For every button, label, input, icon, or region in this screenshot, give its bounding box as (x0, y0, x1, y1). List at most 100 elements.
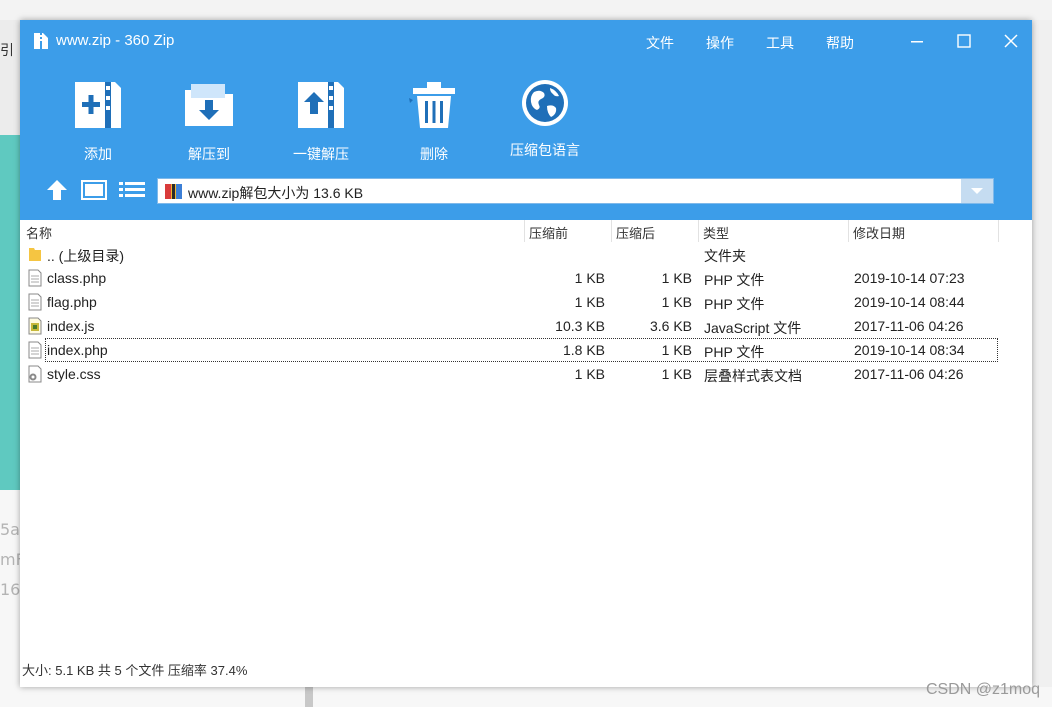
file-row-index-js[interactable]: index.js 10.3 KB 3.6 KB JavaScript 文件 20… (20, 314, 1032, 338)
one-click-extract-button[interactable]: 一键解压 (271, 78, 371, 164)
path-bar[interactable]: www.zip解包大小为 13.6 KB (157, 178, 994, 204)
close-button[interactable] (996, 28, 1026, 54)
add-button[interactable]: 添加 (48, 78, 148, 164)
column-divider[interactable] (611, 220, 612, 242)
file-type: PHP 文件 (704, 344, 765, 360)
path-dropdown-button[interactable] (961, 179, 993, 203)
column-divider[interactable] (998, 220, 999, 242)
file-size-after: 3.6 KB (649, 318, 692, 334)
zip-app-icon (34, 33, 48, 49)
globe-icon (522, 80, 568, 126)
maximize-icon (957, 34, 971, 48)
file-modified: 2019-10-14 08:44 (854, 294, 965, 310)
menu-file[interactable]: 文件 (646, 33, 706, 53)
file-type: 文件夹 (704, 248, 746, 264)
file-size-before: 1.8 KB (562, 342, 605, 358)
background-panel (1032, 20, 1052, 687)
file-type: PHP 文件 (704, 296, 765, 312)
file-name: .. (上级目录) (47, 248, 124, 264)
archive-language-button[interactable]: 压缩包语言 (495, 78, 595, 160)
minimize-button[interactable] (902, 28, 932, 54)
up-level-button[interactable] (43, 177, 71, 203)
file-row-index-php[interactable]: index.php 1.8 KB 1 KB PHP 文件 2019-10-14 … (28, 338, 998, 362)
window-title: www.zip - 360 Zip (56, 32, 175, 49)
one-click-extract-icon (298, 82, 344, 128)
status-bar: 大小: 5.1 KB 共 5 个文件 压缩率 37.4% (20, 660, 247, 679)
file-size-before: 1 KB (574, 270, 605, 286)
file-row-class-php[interactable]: class.php 1 KB 1 KB PHP 文件 2019-10-14 07… (20, 266, 1032, 290)
menu-tools[interactable]: 工具 (766, 33, 826, 53)
list-view-button[interactable] (118, 177, 146, 203)
menu-help[interactable]: 帮助 (826, 33, 886, 53)
delete-label: 删除 (420, 147, 448, 163)
file-type: 层叠样式表文档 (704, 368, 802, 384)
file-row-flag-php[interactable]: flag.php 1 KB 1 KB PHP 文件 2019-10-14 08:… (20, 290, 1032, 314)
file-type: PHP 文件 (704, 272, 765, 288)
background-text: 16 (0, 580, 21, 599)
column-name[interactable]: 名称 (26, 223, 52, 242)
file-type: JavaScript 文件 (704, 320, 802, 336)
maximize-button[interactable] (949, 28, 979, 54)
menu-operation[interactable]: 操作 (706, 33, 766, 53)
thumbnail-view-icon (81, 180, 107, 200)
arrow-up-icon (47, 180, 67, 200)
chevron-down-icon (971, 188, 983, 194)
navigation-row: www.zip解包大小为 13.6 KB (20, 176, 1032, 206)
zip-window: www.zip - 360 Zip 文件 操作 工具 帮助 添加 解压到 一键解… (20, 20, 1032, 687)
status-text: 大小: 5.1 KB 共 5 个文件 压缩率 37.4% (22, 663, 248, 678)
file-name: flag.php (47, 294, 97, 310)
column-headers: 名称 压缩前 压缩后 类型 修改日期 (20, 220, 1032, 242)
browser-toolbar-background (0, 0, 1052, 20)
file-row-parent[interactable]: .. (上级目录) 文件夹 (20, 242, 1032, 266)
file-modified: 2019-10-14 08:34 (854, 342, 965, 358)
thumbnail-view-button[interactable] (80, 177, 108, 203)
file-name: index.php (47, 342, 108, 358)
file-list: .. (上级目录) 文件夹 class.php 1 KB 1 KB PHP 文件… (20, 242, 1032, 386)
folder-icon (29, 248, 41, 261)
one-click-extract-label: 一键解压 (293, 147, 349, 163)
column-divider[interactable] (848, 220, 849, 242)
toolbar: 添加 解压到 一键解压 删除 压缩包语言 (20, 78, 1032, 168)
php-file-icon (28, 341, 42, 359)
css-file-icon (28, 365, 42, 383)
background-divider (305, 686, 313, 707)
file-name: class.php (47, 270, 107, 286)
window-header: www.zip - 360 Zip 文件 操作 工具 帮助 添加 解压到 一键解… (20, 20, 1032, 220)
php-file-icon (28, 293, 42, 311)
delete-button[interactable]: 删除 (384, 78, 484, 164)
extract-to-label: 解压到 (188, 147, 230, 163)
background-text: 引 (0, 43, 14, 59)
file-size-after: 1 KB (661, 366, 692, 382)
archive-language-label: 压缩包语言 (510, 143, 580, 159)
title-bar[interactable]: www.zip - 360 Zip 文件 操作 工具 帮助 (20, 20, 1032, 62)
column-divider[interactable] (698, 220, 699, 242)
file-size-before: 1 KB (574, 366, 605, 382)
column-size-before[interactable]: 压缩前 (529, 223, 568, 242)
file-size-before: 1 KB (574, 294, 605, 310)
archive-icon (165, 184, 182, 199)
add-label: 添加 (84, 147, 112, 163)
extract-folder-icon (185, 84, 233, 126)
path-text: www.zip解包大小为 13.6 KB (188, 185, 364, 201)
minimize-icon (911, 41, 923, 43)
file-name: style.css (47, 366, 101, 382)
file-name: index.js (47, 318, 95, 334)
list-view-icon (119, 182, 145, 197)
watermark: CSDN @z1moq (925, 681, 1040, 698)
column-size-after[interactable]: 压缩后 (616, 223, 655, 242)
js-file-icon (28, 317, 42, 335)
add-icon (75, 82, 121, 128)
column-modified[interactable]: 修改日期 (853, 223, 905, 242)
file-modified: 2017-11-06 04:26 (854, 318, 964, 334)
file-row-style-css[interactable]: style.css 1 KB 1 KB 层叠样式表文档 2017-11-06 0… (20, 362, 1032, 386)
menu-bar: 文件 操作 工具 帮助 (646, 33, 886, 53)
file-size-after: 1 KB (661, 270, 692, 286)
column-type[interactable]: 类型 (703, 223, 729, 242)
close-icon (1004, 34, 1018, 48)
column-divider[interactable] (524, 220, 525, 242)
trash-icon (409, 82, 455, 128)
file-modified: 2017-11-06 04:26 (854, 366, 964, 382)
file-size-before: 10.3 KB (555, 318, 605, 334)
file-size-after: 1 KB (661, 342, 692, 358)
extract-to-button[interactable]: 解压到 (159, 78, 259, 164)
